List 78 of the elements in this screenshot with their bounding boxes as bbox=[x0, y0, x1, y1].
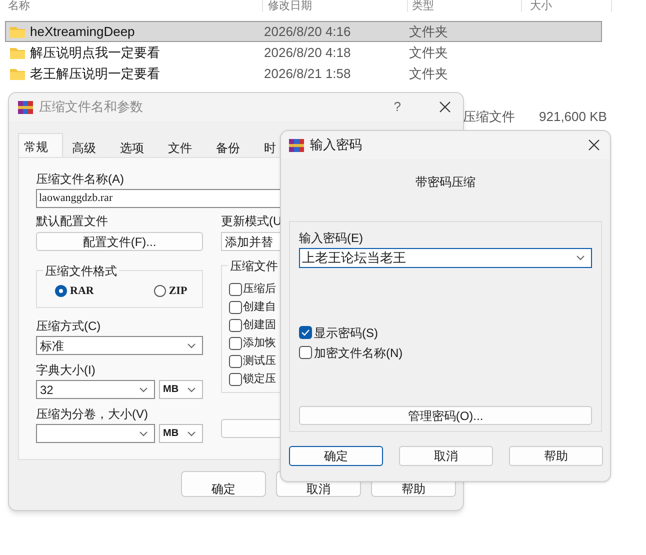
column-header[interactable]: 类型 bbox=[412, 0, 434, 12]
checkbox-label[interactable]: 添加恢 bbox=[243, 335, 276, 352]
field-label: 压缩文件名称(A) bbox=[36, 172, 124, 186]
dialog-heading: 带密码压缩 bbox=[416, 174, 476, 191]
tab[interactable]: 常规 bbox=[18, 133, 63, 157]
checkbox[interactable] bbox=[229, 337, 242, 350]
checkbox[interactable] bbox=[229, 283, 242, 296]
unit-dropdown[interactable]: MB bbox=[159, 380, 203, 399]
checkbox[interactable] bbox=[299, 346, 312, 359]
profile-button[interactable]: 配置文件(F)... bbox=[36, 232, 203, 251]
chevron-down-icon bbox=[187, 342, 196, 348]
chevron-down-icon bbox=[139, 430, 148, 436]
ok-button[interactable]: 确定 bbox=[289, 446, 383, 466]
tab[interactable]: 文件 bbox=[159, 135, 207, 157]
folder-icon bbox=[9, 66, 26, 80]
help-button[interactable]: 帮助 bbox=[509, 446, 603, 466]
checkbox-label[interactable]: 压缩后 bbox=[243, 281, 276, 298]
checkbox-label[interactable]: 创建自 bbox=[243, 299, 276, 316]
checkbox-label[interactable]: 加密文件名称(N) bbox=[314, 344, 403, 362]
file-type: 压缩文件 bbox=[463, 108, 515, 126]
dictionary-combo[interactable]: 32 bbox=[36, 380, 155, 399]
close-icon[interactable] bbox=[439, 101, 451, 113]
modified-date: 2026/8/21 1:58 bbox=[264, 66, 351, 81]
close-icon[interactable] bbox=[588, 139, 600, 151]
unit-dropdown[interactable]: MB bbox=[159, 424, 203, 443]
file-row[interactable]: 解压说明点我一定要看 2026/8/20 4:18 文件夹 bbox=[5, 42, 602, 63]
checkbox[interactable] bbox=[229, 355, 242, 368]
chevron-down-icon bbox=[187, 430, 196, 436]
file-type: 文件夹 bbox=[409, 24, 448, 39]
column-header[interactable]: 修改日期 bbox=[268, 0, 312, 12]
modified-date: 2026/8/20 4:18 bbox=[264, 44, 351, 60]
checkbox[interactable] bbox=[229, 319, 242, 332]
tab[interactable]: 高级 bbox=[63, 135, 111, 157]
window-title: 压缩文件名和参数 bbox=[39, 98, 143, 116]
tab[interactable]: 备份 bbox=[207, 135, 255, 157]
checkbox-label[interactable]: 锁定压 bbox=[243, 371, 276, 388]
column-header[interactable]: 大小 bbox=[530, 0, 552, 12]
checkbox[interactable] bbox=[229, 373, 242, 386]
field-label: 输入密码(E) bbox=[299, 231, 363, 245]
books-icon bbox=[18, 100, 33, 114]
file-row[interactable]: 老王解压说明一定要看 2026/8/21 1:58 文件夹 bbox=[5, 63, 602, 84]
file-size: 921,600 KB bbox=[539, 108, 607, 126]
field-label: 字典大小(I) bbox=[36, 363, 96, 377]
chevron-down-icon bbox=[187, 386, 196, 392]
field-label: 压缩为分卷，大小(V) bbox=[36, 407, 148, 421]
checkbox[interactable] bbox=[299, 326, 312, 339]
volume-size-combo[interactable] bbox=[36, 424, 155, 443]
field-label: 默认配置文件 bbox=[36, 214, 108, 228]
tab[interactable]: 选项 bbox=[111, 135, 159, 157]
group-label: 压缩文件格式 bbox=[43, 262, 119, 280]
window-title: 输入密码 bbox=[310, 136, 362, 154]
column-header[interactable]: 名称 bbox=[8, 0, 30, 12]
checkbox-label[interactable]: 显示密码(S) bbox=[314, 324, 378, 342]
ok-button[interactable]: 确定 bbox=[181, 471, 266, 497]
password-combo[interactable]: 上老王论坛当老王 bbox=[299, 248, 592, 268]
chevron-down-icon bbox=[139, 386, 148, 392]
checkbox[interactable] bbox=[229, 301, 242, 314]
checkbox-label[interactable]: 创建固 bbox=[243, 317, 276, 334]
radio-button[interactable]: ZIP bbox=[154, 282, 188, 300]
method-dropdown[interactable]: 标准 bbox=[36, 336, 203, 355]
folder-icon bbox=[9, 24, 26, 38]
file-type: 文件夹 bbox=[409, 66, 448, 81]
cancel-button[interactable]: 取消 bbox=[399, 446, 493, 466]
chevron-down-icon bbox=[576, 255, 585, 261]
modified-date: 2026/8/20 4:16 bbox=[264, 24, 351, 39]
books-icon bbox=[289, 138, 304, 152]
file-type: 文件夹 bbox=[409, 44, 448, 60]
checkbox-label[interactable]: 测试压 bbox=[243, 353, 276, 370]
field-label: 压缩方式(C) bbox=[36, 319, 101, 333]
folder-icon bbox=[9, 46, 26, 60]
file-name: 解压说明点我一定要看 bbox=[30, 44, 160, 62]
group-label: 压缩文件 bbox=[228, 257, 280, 275]
file-name: heXtreamingDeep bbox=[30, 22, 135, 41]
help-button[interactable]: ? bbox=[394, 97, 401, 117]
manage-passwords-button[interactable]: 管理密码(O)... bbox=[299, 406, 592, 425]
file-row[interactable]: heXtreamingDeep 2026/8/20 4:16 文件夹 bbox=[5, 21, 602, 42]
file-name: 老王解压说明一定要看 bbox=[30, 64, 160, 83]
radio-button[interactable]: RAR bbox=[55, 282, 94, 300]
